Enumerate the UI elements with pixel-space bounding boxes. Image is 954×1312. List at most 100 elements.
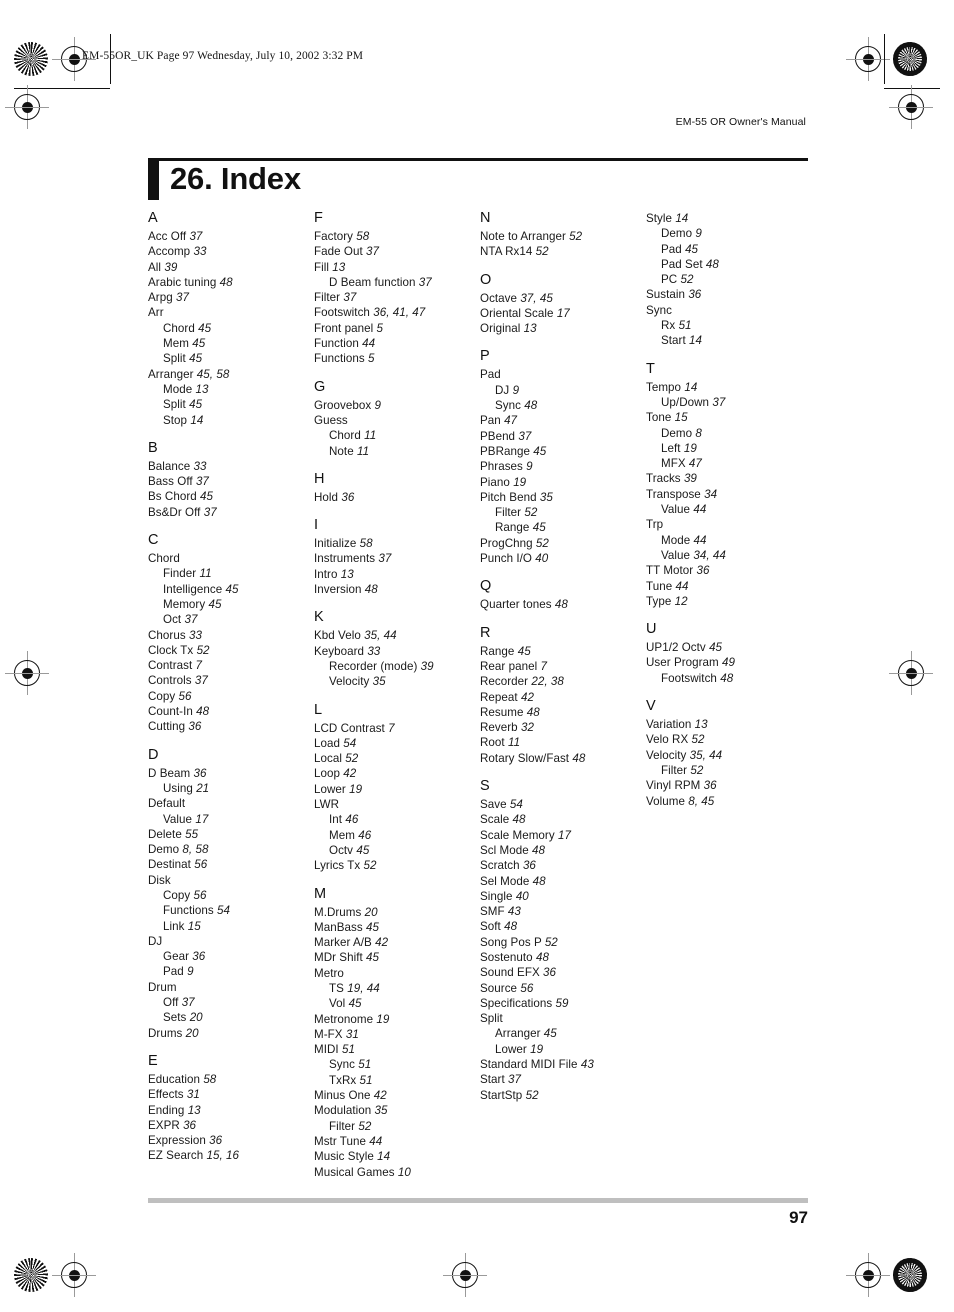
index-entry[interactable]: Fill 13 (314, 260, 474, 275)
index-entry[interactable]: Copy 56 (148, 689, 308, 704)
index-entry[interactable]: Filter 52 (314, 1119, 474, 1134)
index-entry[interactable]: Bs&Dr Off 37 (148, 505, 308, 520)
index-entry[interactable]: Local 52 (314, 751, 474, 766)
index-entry[interactable]: Groovebox 9 (314, 398, 474, 413)
index-entry[interactable]: NTA Rx14 52 (480, 244, 640, 259)
index-entry[interactable]: Chord (148, 551, 308, 566)
index-entry[interactable]: Front panel 5 (314, 321, 474, 336)
index-entry[interactable]: ProgChng 52 (480, 536, 640, 551)
index-entry[interactable]: Intro 13 (314, 567, 474, 582)
index-entry[interactable]: TxRx 51 (314, 1073, 474, 1088)
index-entry[interactable]: PBend 37 (480, 429, 640, 444)
index-entry[interactable]: Musical Games 10 (314, 1165, 474, 1180)
index-entry[interactable]: Tune 44 (646, 579, 806, 594)
index-entry[interactable]: Footswitch 48 (646, 671, 806, 686)
index-entry[interactable]: Mem 46 (314, 828, 474, 843)
index-entry[interactable]: Arpg 37 (148, 290, 308, 305)
index-entry[interactable]: MIDI 51 (314, 1042, 474, 1057)
index-entry[interactable]: Scl Mode 48 (480, 843, 640, 858)
index-entry[interactable]: Pad 45 (646, 242, 806, 257)
index-entry[interactable]: PBRange 45 (480, 444, 640, 459)
index-entry[interactable]: Scale Memory 17 (480, 828, 640, 843)
index-entry[interactable]: Left 19 (646, 441, 806, 456)
index-entry[interactable]: Recorder 22, 38 (480, 674, 640, 689)
index-entry[interactable]: Transpose 34 (646, 487, 806, 502)
index-entry[interactable]: Chorus 33 (148, 628, 308, 643)
index-entry[interactable]: LWR (314, 797, 474, 812)
index-entry[interactable]: PC 52 (646, 272, 806, 287)
index-entry[interactable]: Arabic tuning 48 (148, 275, 308, 290)
index-entry[interactable]: Volume 8, 45 (646, 794, 806, 809)
index-entry[interactable]: Effects 31 (148, 1087, 308, 1102)
index-entry[interactable]: LCD Contrast 7 (314, 721, 474, 736)
index-entry[interactable]: EXPR 36 (148, 1118, 308, 1133)
index-entry[interactable]: Pad 9 (148, 964, 308, 979)
index-entry[interactable]: Phrases 9 (480, 459, 640, 474)
index-entry[interactable]: Inversion 48 (314, 582, 474, 597)
index-entry[interactable]: EZ Search 15, 16 (148, 1148, 308, 1163)
index-entry[interactable]: Loop 42 (314, 766, 474, 781)
index-entry[interactable]: Sets 20 (148, 1010, 308, 1025)
index-entry[interactable]: Mode 13 (148, 382, 308, 397)
index-entry[interactable]: Tempo 14 (646, 380, 806, 395)
index-entry[interactable]: Count-In 48 (148, 704, 308, 719)
index-entry[interactable]: Start 37 (480, 1072, 640, 1087)
index-entry[interactable]: Kbd Velo 35, 44 (314, 628, 474, 643)
index-entry[interactable]: Fade Out 37 (314, 244, 474, 259)
index-entry[interactable]: Soft 48 (480, 919, 640, 934)
index-entry[interactable]: Recorder (mode) 39 (314, 659, 474, 674)
index-entry[interactable]: Range 45 (480, 520, 640, 535)
index-entry[interactable]: Clock Tx 52 (148, 643, 308, 658)
index-entry[interactable]: M.Drums 20 (314, 905, 474, 920)
index-entry[interactable]: Demo 9 (646, 226, 806, 241)
index-entry[interactable]: Stop 14 (148, 413, 308, 428)
index-entry[interactable]: Filter 37 (314, 290, 474, 305)
index-entry[interactable]: Mem 45 (148, 336, 308, 351)
index-entry[interactable]: Pad Set 48 (646, 257, 806, 272)
index-entry[interactable]: Arranger 45, 58 (148, 367, 308, 382)
index-entry[interactable]: Up/Down 37 (646, 395, 806, 410)
index-entry[interactable]: Destinat 56 (148, 857, 308, 872)
index-entry[interactable]: Guess (314, 413, 474, 428)
index-entry[interactable]: Note 11 (314, 444, 474, 459)
index-entry[interactable]: Song Pos P 52 (480, 935, 640, 950)
index-entry[interactable]: Instruments 37 (314, 551, 474, 566)
index-entry[interactable]: Acc Off 37 (148, 229, 308, 244)
index-entry[interactable]: Load 54 (314, 736, 474, 751)
index-entry[interactable]: Scratch 36 (480, 858, 640, 873)
index-entry[interactable]: Cutting 36 (148, 719, 308, 734)
index-entry[interactable]: Bs Chord 45 (148, 489, 308, 504)
index-entry[interactable]: Oriental Scale 17 (480, 306, 640, 321)
index-entry[interactable]: Gear 36 (148, 949, 308, 964)
index-entry[interactable]: Arr (148, 305, 308, 320)
index-entry[interactable]: Controls 37 (148, 673, 308, 688)
index-entry[interactable]: TS 19, 44 (314, 981, 474, 996)
index-entry[interactable]: ManBass 45 (314, 920, 474, 935)
index-entry[interactable]: DJ 9 (480, 383, 640, 398)
index-entry[interactable]: Lower 19 (314, 782, 474, 797)
index-entry[interactable]: D Beam function 37 (314, 275, 474, 290)
index-entry[interactable]: Using 21 (148, 781, 308, 796)
index-entry[interactable]: Drum (148, 980, 308, 995)
index-entry[interactable]: Sync 48 (480, 398, 640, 413)
index-entry[interactable]: Bass Off 37 (148, 474, 308, 489)
index-entry[interactable]: M-FX 31 (314, 1027, 474, 1042)
index-entry[interactable]: Functions 5 (314, 351, 474, 366)
index-entry[interactable]: Functions 54 (148, 903, 308, 918)
index-entry[interactable]: Int 46 (314, 812, 474, 827)
index-entry[interactable]: Contrast 7 (148, 658, 308, 673)
index-entry[interactable]: User Program 49 (646, 655, 806, 670)
index-entry[interactable]: Original 13 (480, 321, 640, 336)
index-entry[interactable]: Sync (646, 303, 806, 318)
index-entry[interactable]: Split 45 (148, 397, 308, 412)
index-entry[interactable]: Value 34, 44 (646, 548, 806, 563)
index-entry[interactable]: Disk (148, 873, 308, 888)
index-entry[interactable]: Chord 11 (314, 428, 474, 443)
index-entry[interactable]: Variation 13 (646, 717, 806, 732)
index-entry[interactable]: Trp (646, 517, 806, 532)
index-entry[interactable]: Mstr Tune 44 (314, 1134, 474, 1149)
index-entry[interactable]: All 39 (148, 260, 308, 275)
index-entry[interactable]: Quarter tones 48 (480, 597, 640, 612)
index-entry[interactable]: Octv 45 (314, 843, 474, 858)
index-entry[interactable]: Split (480, 1011, 640, 1026)
